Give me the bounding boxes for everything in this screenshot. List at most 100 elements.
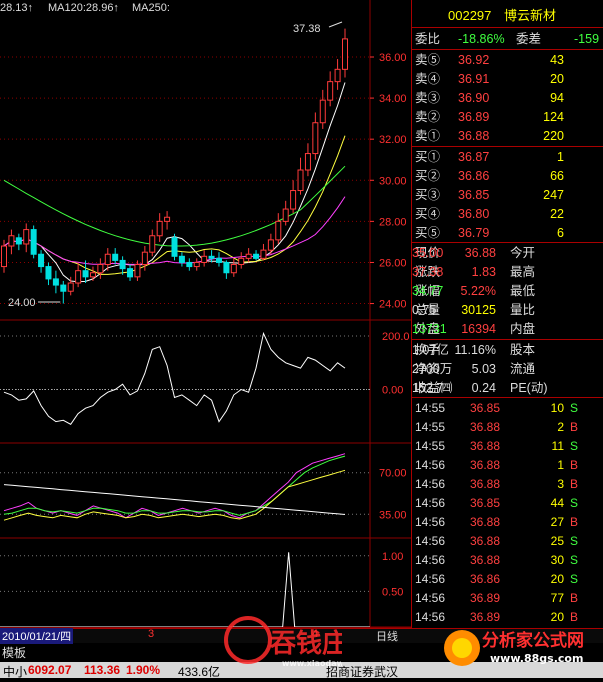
ask-price: 36.91 — [458, 72, 490, 86]
candle-body — [30, 229, 37, 255]
stat-value: 36.88 — [464, 246, 496, 260]
month-label-3: 3 — [148, 628, 155, 640]
bid-volume: 247 — [543, 188, 564, 202]
candle-body — [319, 99, 326, 124]
bid-label: 买② — [415, 169, 441, 183]
candle-body — [208, 255, 215, 259]
stat-label: 最高 — [510, 265, 536, 279]
ma-label-ma120: MA120:28.96↑ — [48, 2, 119, 14]
tick-volume: 44 — [550, 496, 564, 510]
index-value: 6092.07 — [28, 663, 72, 677]
stat-label: 内盘 — [510, 322, 536, 336]
candle-body — [38, 253, 45, 268]
tick-row[interactable]: 14:56 36.88 27 B — [412, 513, 603, 532]
stat-row: 涨跌 1.83 最高 37.38 — [412, 263, 603, 282]
template-tab[interactable]: 模板 — [2, 644, 26, 661]
ask-row: 卖③ 36.90 94 — [412, 89, 603, 108]
ma-label-1: 28.13↑ — [0, 2, 34, 14]
tick-volume: 2 — [557, 420, 564, 434]
ask-volume: 124 — [543, 110, 564, 124]
stat2-value: 5.03 — [471, 362, 496, 376]
tick-row[interactable]: 14:56 36.85 44 S — [412, 494, 603, 513]
bid-price: 36.79 — [458, 226, 490, 240]
kline-chart-svg[interactable]: 36.00 34.00 32.00 30.00 28.00 26.00 24.00 37.38… — [0, 0, 411, 628]
tick-side: S — [570, 534, 579, 548]
stat2-value: 152.7 — [412, 381, 444, 395]
tick-row[interactable]: 14:56 36.86 20 S — [412, 570, 603, 589]
candle-body — [89, 272, 96, 278]
period-label[interactable]: 日线 — [376, 628, 398, 644]
tick-volume: 30 — [550, 553, 564, 567]
tick-price: 36.88 — [470, 458, 501, 472]
candle-body — [164, 216, 171, 222]
tick-row[interactable]: 14:56 36.88 25 S — [412, 532, 603, 551]
tick-price: 36.86 — [470, 572, 501, 586]
candle-body — [290, 190, 297, 210]
ask-volume: 43 — [550, 53, 564, 67]
tick-side: S — [570, 572, 579, 586]
bid-price: 36.87 — [458, 150, 490, 164]
tick-price: 36.88 — [470, 534, 501, 548]
stat2-row: 换手 11.16% 股本 1.07亿 — [412, 341, 603, 360]
candle-body — [149, 235, 156, 253]
stat-value: 37.38 — [412, 265, 444, 279]
candle-body — [1, 245, 7, 268]
tick-price: 36.88 — [470, 515, 501, 529]
tick-row[interactable]: 14:55 36.88 11 S — [412, 437, 603, 456]
bid-price: 36.86 — [458, 169, 490, 183]
tick-price: 36.85 — [470, 496, 501, 510]
ind2-axis-label: 70.00 — [379, 468, 407, 480]
stock-header: 002297 博云新材 — [412, 6, 603, 25]
ask-row: 卖⑤ 36.92 43 — [412, 51, 603, 70]
tick-side: B — [570, 420, 579, 434]
candle-body — [75, 270, 82, 284]
tick-volume: 1 — [557, 458, 564, 472]
stat2-value: 11.16% — [454, 343, 496, 357]
weibi-value: -18.86% — [458, 32, 505, 46]
candle-body — [253, 253, 260, 259]
stat2-row: 收益㈣ 0.24 PE(动) 152.7 — [412, 379, 603, 398]
candle-body — [327, 81, 334, 101]
price-axis-label: 36.00 — [379, 52, 407, 64]
bid-volume: 66 — [550, 169, 564, 183]
ask-label: 卖② — [415, 110, 441, 124]
watermark-left-url: www.xiaodaw.com — [282, 659, 342, 668]
bid-label: 买⑤ — [415, 226, 441, 240]
ask-price: 36.89 — [458, 110, 490, 124]
ask-label: 卖④ — [415, 72, 441, 86]
tick-row[interactable]: 14:56 36.88 3 B — [412, 475, 603, 494]
bid-volume: 1 — [557, 150, 564, 164]
tick-side: S — [570, 439, 579, 453]
candle-body — [201, 255, 208, 263]
ask-price: 36.92 — [458, 53, 490, 67]
candle-body — [112, 253, 119, 261]
ma-label-ma250: MA250: — [132, 2, 170, 14]
tick-row[interactable]: 14:56 36.88 30 S — [412, 551, 603, 570]
quote-panel: 002297 博云新材 委比 -18.86% 委差 -159 卖⑤ 36.92 43… — [411, 0, 603, 628]
tick-time: 14:56 — [415, 515, 446, 529]
tick-row[interactable]: 14:56 36.88 1 B — [412, 456, 603, 475]
tick-row[interactable]: 14:56 36.89 77 B — [412, 589, 603, 608]
stat-value: 1.83 — [471, 265, 496, 279]
stat2-row: 净资 5.03 流通 2700万 — [412, 360, 603, 379]
candle-body — [15, 237, 22, 245]
ask-volume: 94 — [550, 91, 564, 105]
bid-volume: 6 — [557, 226, 564, 240]
current-date-label: 2010/01/21/四 — [0, 628, 74, 644]
tick-row[interactable]: 14:55 36.85 10 S — [412, 399, 603, 418]
stat-value: 0.75 — [412, 303, 437, 317]
stat2-value: 0.24 — [471, 381, 496, 395]
candle-body — [119, 259, 126, 270]
tick-time: 14:56 — [415, 572, 446, 586]
stat2-value: 1.07亿 — [412, 343, 449, 357]
kline-chart-area[interactable]: 36.00 34.00 32.00 30.00 28.00 26.00 24.00 37.38… — [0, 0, 411, 628]
high-annotation: 37.38 — [293, 23, 321, 35]
stat2-value: 2700万 — [412, 362, 453, 376]
tick-time: 14:56 — [415, 496, 446, 510]
tick-side: S — [570, 401, 579, 415]
tick-time: 14:55 — [415, 439, 446, 453]
candle-body — [67, 282, 74, 292]
stat-value: 5.22% — [460, 284, 496, 298]
tick-row[interactable]: 14:55 36.88 2 B — [412, 418, 603, 437]
weicha-value: -159 — [574, 32, 600, 46]
